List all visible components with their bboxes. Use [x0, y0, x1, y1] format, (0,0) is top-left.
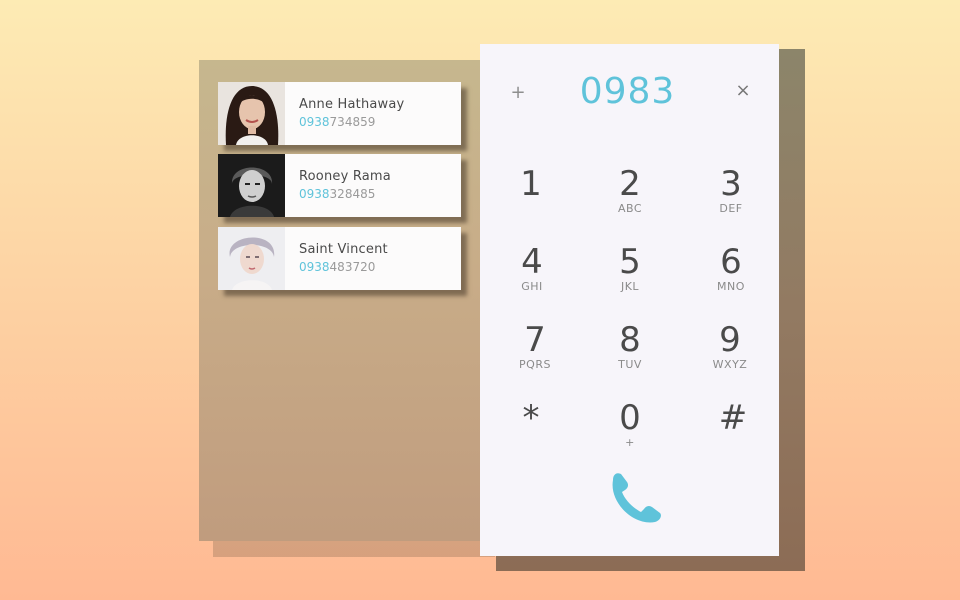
key-2[interactable]: 2 ABC	[595, 165, 665, 225]
phone-icon	[612, 473, 661, 523]
key-letters: ABC	[617, 202, 643, 215]
clear-button[interactable]: ×	[733, 80, 753, 102]
key-4[interactable]: 4 GHI	[497, 243, 567, 303]
key-5[interactable]: 5 JKL	[595, 243, 665, 303]
key-digit: 0	[619, 398, 641, 438]
avatar	[218, 82, 285, 145]
number-rest: 328485	[329, 187, 376, 201]
key-digit: 2	[619, 164, 641, 204]
key-letters: GHI	[521, 280, 543, 293]
key-letters: WXYZ	[712, 358, 748, 371]
avatar	[218, 154, 285, 217]
key-7[interactable]: 7 PQRS	[500, 321, 570, 381]
contact-number: 0938483720	[299, 260, 388, 275]
key-star[interactable]: *	[496, 399, 566, 459]
key-letters: PQRS	[519, 358, 551, 371]
key-digit: 4	[521, 242, 543, 282]
number-match: 0938	[299, 260, 330, 274]
contact-card-saint-vincent[interactable]: Saint Vincent 0938483720	[218, 227, 461, 290]
key-digit: 1	[520, 164, 542, 204]
key-digit: 5	[619, 242, 641, 282]
key-letters: MNO	[717, 280, 745, 293]
key-digit: 8	[619, 320, 641, 360]
call-button[interactable]	[601, 466, 665, 526]
add-contact-button[interactable]: +	[509, 82, 527, 104]
contact-name: Saint Vincent	[299, 242, 388, 257]
key-digit: 3	[720, 164, 742, 204]
key-letters: TUV	[618, 358, 642, 371]
contact-card-rooney-rama[interactable]: Rooney Rama 0938328485	[218, 154, 461, 217]
number-match: 0938	[299, 187, 330, 201]
key-1[interactable]: 1	[496, 165, 566, 225]
key-digit: 6	[720, 242, 742, 282]
key-letters: JKL	[620, 280, 640, 293]
key-8[interactable]: 8 TUV	[595, 321, 665, 381]
number-rest: 734859	[329, 115, 376, 129]
key-6[interactable]: 6 MNO	[696, 243, 766, 303]
key-3[interactable]: 3 DEF	[696, 165, 766, 225]
contact-name: Rooney Rama	[299, 169, 391, 184]
key-letters: +	[625, 436, 635, 449]
key-letters: DEF	[719, 202, 743, 215]
contact-number: 0938734859	[299, 115, 404, 130]
contact-number: 0938328485	[299, 187, 391, 202]
key-hash[interactable]: #	[698, 399, 768, 459]
key-9[interactable]: 9 WXYZ	[695, 321, 765, 381]
key-digit: 7	[524, 320, 546, 360]
number-rest: 483720	[329, 260, 376, 274]
dialed-number-display: 0983	[579, 71, 676, 112]
key-digit: #	[718, 398, 748, 438]
key-digit: 9	[719, 320, 741, 360]
contact-name: Anne Hathaway	[299, 97, 405, 112]
contact-card-anne-hathaway[interactable]: Anne Hathaway 0938734859	[218, 82, 461, 145]
key-0[interactable]: 0 +	[595, 399, 665, 459]
number-match: 0938	[299, 115, 330, 129]
key-digit: *	[522, 398, 540, 438]
avatar	[218, 227, 285, 290]
